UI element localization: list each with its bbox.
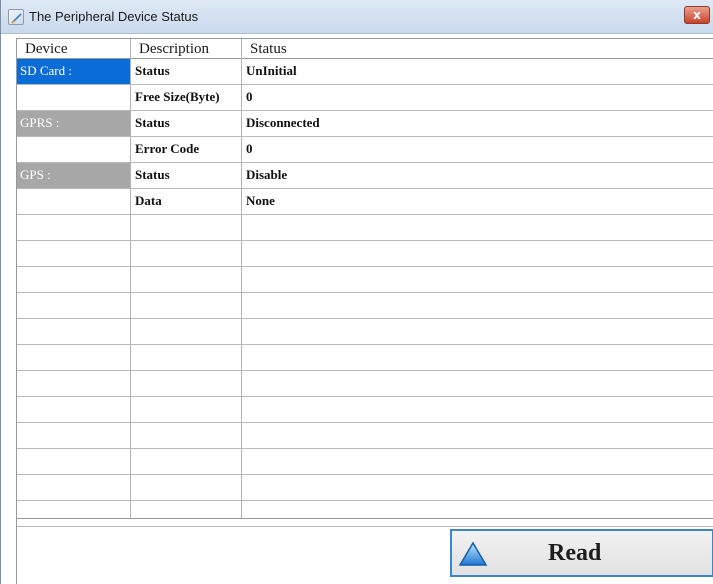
device-cell[interactable]: [17, 241, 130, 266]
description-cell[interactable]: [131, 475, 241, 500]
device-cell[interactable]: [17, 449, 130, 474]
description-cell[interactable]: Free Size(Byte): [131, 85, 241, 110]
read-button-label: Read: [548, 540, 602, 566]
table-row[interactable]: Data None: [17, 189, 713, 215]
device-cell[interactable]: [17, 345, 130, 370]
triangle-up-icon: [458, 541, 488, 574]
status-cell[interactable]: [242, 371, 713, 396]
close-button[interactable]: x: [684, 6, 710, 24]
status-cell[interactable]: [242, 475, 713, 500]
description-cell[interactable]: Data: [131, 189, 241, 214]
description-cell[interactable]: [131, 371, 241, 396]
table-row[interactable]: [17, 449, 713, 475]
device-status-grid: Device Description Status SD Card : Statu…: [16, 38, 713, 527]
description-cell[interactable]: Error Code: [131, 137, 241, 162]
device-cell[interactable]: [17, 371, 130, 396]
description-cell[interactable]: [131, 423, 241, 448]
device-cell[interactable]: [17, 215, 130, 240]
read-button[interactable]: Read: [450, 529, 713, 577]
column-header-description[interactable]: Description: [131, 39, 241, 59]
table-row[interactable]: [17, 423, 713, 449]
table-row[interactable]: [17, 475, 713, 501]
description-cell[interactable]: [131, 397, 241, 422]
table-row[interactable]: GPS : Status Disable: [17, 163, 713, 189]
description-cell[interactable]: [131, 267, 241, 292]
device-cell[interactable]: [17, 137, 130, 162]
status-cell[interactable]: 0: [242, 137, 713, 162]
table-row[interactable]: [17, 345, 713, 371]
status-cell[interactable]: [242, 267, 713, 292]
status-cell[interactable]: [242, 319, 713, 344]
description-cell[interactable]: [131, 345, 241, 370]
table-row[interactable]: [17, 215, 713, 241]
description-cell[interactable]: Status: [131, 59, 241, 84]
device-cell[interactable]: GPS :: [17, 163, 130, 188]
status-cell[interactable]: [242, 423, 713, 448]
peripheral-status-window: The Peripheral Device Status x Device De…: [0, 0, 713, 584]
device-cell[interactable]: [17, 319, 130, 344]
device-cell[interactable]: SD Card :: [17, 59, 130, 84]
description-cell[interactable]: [131, 293, 241, 318]
device-cell[interactable]: [17, 475, 130, 500]
table-row[interactable]: Error Code 0: [17, 137, 713, 163]
description-cell[interactable]: Status: [131, 163, 241, 188]
title-bar[interactable]: The Peripheral Device Status x: [1, 0, 713, 34]
description-cell[interactable]: [131, 319, 241, 344]
description-cell[interactable]: Status: [131, 111, 241, 136]
table-row[interactable]: Free Size(Byte) 0: [17, 85, 713, 111]
app-icon: [8, 9, 24, 25]
table-row[interactable]: SD Card : Status UnInitial: [17, 59, 713, 85]
grid-header: Device Description Status: [17, 39, 713, 59]
status-cell[interactable]: [242, 215, 713, 240]
device-cell[interactable]: [17, 397, 130, 422]
table-row[interactable]: [17, 241, 713, 267]
device-cell[interactable]: GPRS :: [17, 111, 130, 136]
device-cell[interactable]: [17, 85, 130, 110]
status-cell[interactable]: UnInitial: [242, 59, 713, 84]
table-row[interactable]: [17, 267, 713, 293]
status-cell[interactable]: 0: [242, 85, 713, 110]
table-row[interactable]: [17, 319, 713, 345]
status-cell[interactable]: [242, 345, 713, 370]
column-header-device[interactable]: Device: [17, 39, 130, 59]
status-cell[interactable]: [242, 241, 713, 266]
device-cell[interactable]: [17, 423, 130, 448]
table-row[interactable]: [17, 397, 713, 423]
status-cell[interactable]: Disconnected: [242, 111, 713, 136]
status-cell[interactable]: None: [242, 189, 713, 214]
table-row[interactable]: GPRS : Status Disconnected: [17, 111, 713, 137]
column-header-status[interactable]: Status: [242, 39, 713, 59]
description-cell[interactable]: [131, 215, 241, 240]
device-cell[interactable]: [17, 267, 130, 292]
device-cell[interactable]: [17, 293, 130, 318]
description-cell[interactable]: [131, 241, 241, 266]
status-cell[interactable]: [242, 293, 713, 318]
description-cell[interactable]: [131, 449, 241, 474]
status-cell[interactable]: Disable: [242, 163, 713, 188]
status-cell[interactable]: [242, 449, 713, 474]
table-row[interactable]: [17, 293, 713, 319]
table-row[interactable]: [17, 371, 713, 397]
window-title: The Peripheral Device Status: [29, 9, 199, 24]
status-cell[interactable]: [242, 397, 713, 422]
device-cell[interactable]: [17, 189, 130, 214]
button-bar: Read: [16, 518, 713, 584]
